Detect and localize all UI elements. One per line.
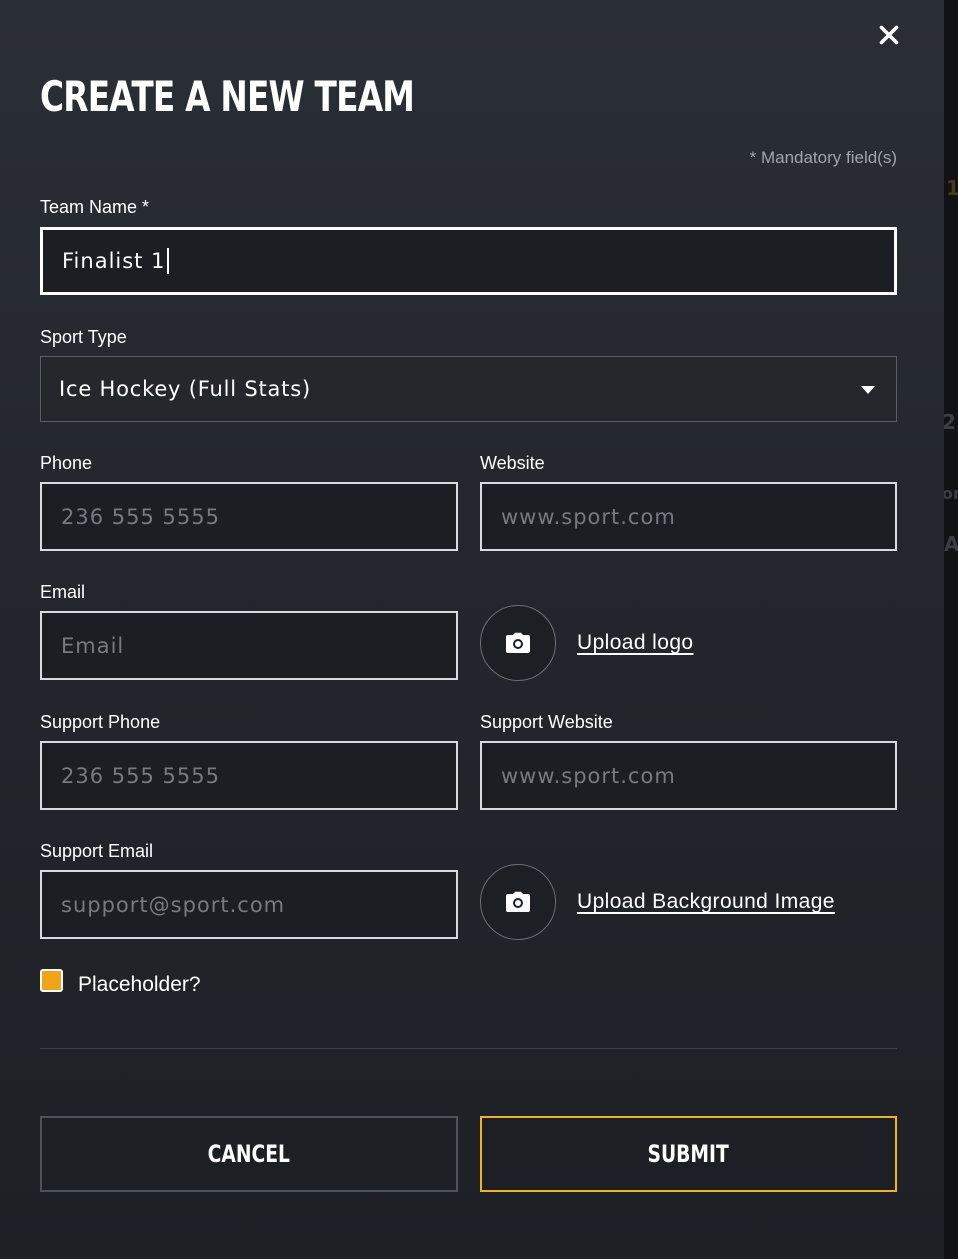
camera-icon bbox=[506, 632, 530, 653]
support-email-input[interactable]: support@sport.com bbox=[40, 870, 458, 939]
cancel-button-label: CANCEL bbox=[207, 1140, 291, 1168]
upload-background-button[interactable] bbox=[480, 864, 556, 940]
sport-type-label: Sport Type bbox=[40, 327, 127, 347]
email-placeholder: Email bbox=[61, 633, 125, 658]
page-title: CREATE A NEW TEAM bbox=[40, 72, 415, 121]
support-phone-input[interactable]: 236 555 5555 bbox=[40, 741, 458, 810]
upload-background-control[interactable]: Upload Background Image bbox=[480, 864, 835, 940]
phone-input[interactable]: 236 555 5555 bbox=[40, 482, 458, 551]
close-icon[interactable] bbox=[879, 25, 899, 45]
cancel-button[interactable]: CANCEL bbox=[40, 1116, 458, 1192]
support-email-placeholder: support@sport.com bbox=[61, 892, 286, 917]
placeholder-checkbox-row[interactable]: Placeholder? bbox=[40, 968, 201, 996]
support-email-label: Support Email bbox=[40, 841, 154, 861]
create-team-modal: CREATE A NEW TEAM * Mandatory field(s) T… bbox=[0, 0, 944, 1259]
submit-button-label: SUBMIT bbox=[647, 1140, 730, 1168]
phone-label: Phone bbox=[40, 453, 93, 473]
phone-placeholder: 236 555 5555 bbox=[61, 504, 220, 529]
footer-divider bbox=[40, 1048, 897, 1049]
dropdown-arrow-icon[interactable] bbox=[861, 386, 875, 394]
close-button[interactable] bbox=[872, 18, 906, 52]
email-label: Email bbox=[40, 582, 86, 602]
upload-logo-button[interactable] bbox=[480, 605, 556, 681]
team-name-input[interactable]: Finalist 1 bbox=[40, 227, 897, 295]
sport-type-select[interactable]: Ice Hockey (Full Stats) bbox=[40, 356, 897, 422]
placeholder-checkbox-label[interactable]: Placeholder? bbox=[78, 973, 201, 997]
text-caret bbox=[167, 248, 170, 274]
background-text-fragment: or bbox=[942, 484, 958, 503]
support-website-placeholder: www.sport.com bbox=[501, 763, 676, 788]
mandatory-note: * Mandatory field(s) bbox=[749, 148, 897, 167]
upload-background-link[interactable]: Upload Background Image bbox=[577, 890, 835, 914]
camera-icon bbox=[506, 891, 530, 912]
website-input[interactable]: www.sport.com bbox=[480, 482, 897, 551]
background-text-fragment: 2) bbox=[942, 410, 958, 434]
upload-logo-link[interactable]: Upload logo bbox=[577, 631, 694, 655]
support-website-input[interactable]: www.sport.com bbox=[480, 741, 897, 810]
team-name-label: Team Name * bbox=[40, 197, 150, 217]
sport-type-value: Ice Hockey (Full Stats) bbox=[59, 377, 311, 401]
submit-button[interactable]: SUBMIT bbox=[480, 1116, 897, 1192]
background-text-fragment: 1 bbox=[946, 176, 958, 200]
website-label: Website bbox=[480, 453, 545, 473]
upload-logo-control[interactable]: Upload logo bbox=[480, 605, 694, 681]
website-placeholder: www.sport.com bbox=[501, 504, 676, 529]
support-phone-label: Support Phone bbox=[40, 712, 161, 732]
support-website-label: Support Website bbox=[480, 712, 613, 732]
background-page-edge: 1 2) or A bbox=[942, 0, 958, 1259]
placeholder-checkbox[interactable] bbox=[40, 968, 63, 992]
team-name-value: Finalist 1 bbox=[62, 249, 166, 273]
email-input[interactable]: Email bbox=[40, 611, 458, 680]
background-text-fragment: A bbox=[944, 532, 958, 556]
support-phone-placeholder: 236 555 5555 bbox=[61, 763, 220, 788]
